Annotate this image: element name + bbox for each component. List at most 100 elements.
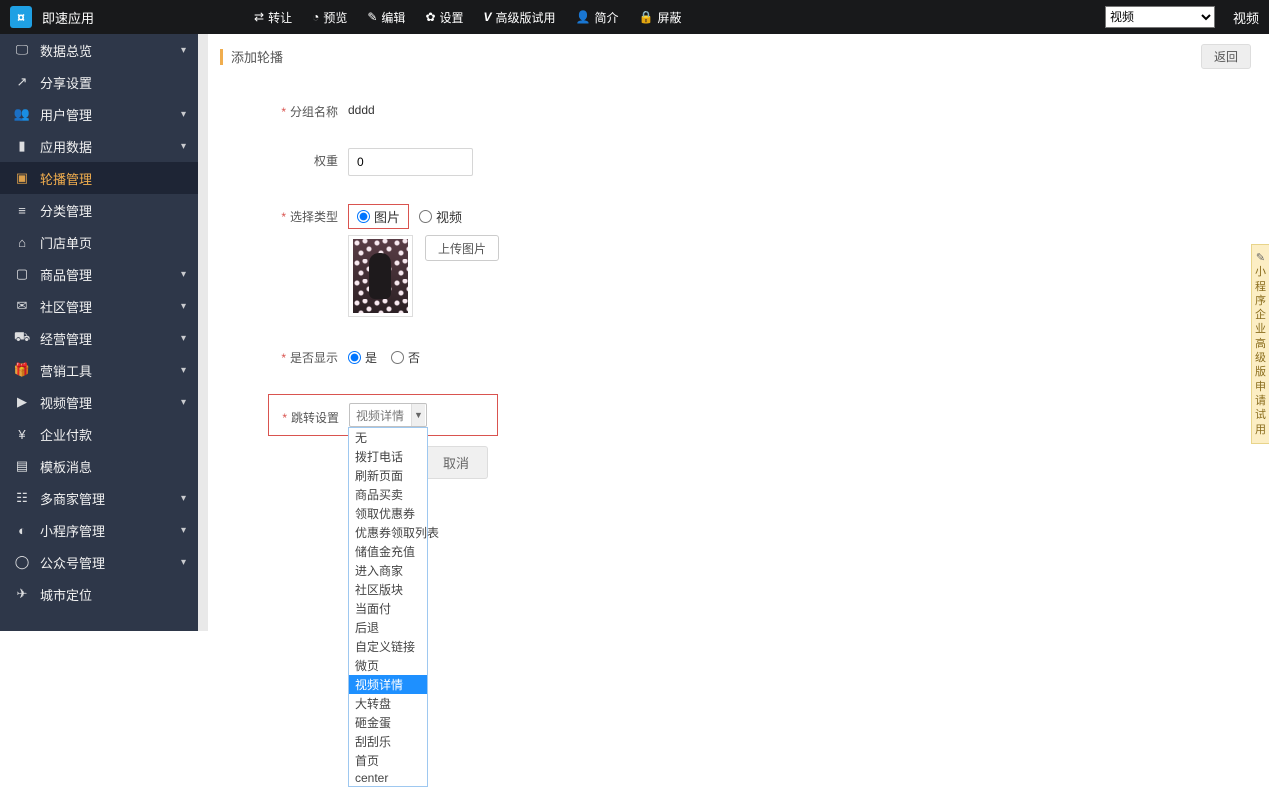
jump-option-16[interactable]: 刮刮乐 bbox=[349, 732, 427, 751]
sidebar-item-9[interactable]: ⛟经营管理▾ bbox=[0, 322, 198, 354]
cancel-button[interactable]: 取消 bbox=[424, 446, 488, 479]
sidebar-item-label: 经营管理 bbox=[40, 329, 92, 348]
radio-type-video-input[interactable] bbox=[419, 210, 432, 223]
people-icon: 👥 bbox=[14, 106, 30, 122]
sidebar-item-14[interactable]: ☷多商家管理▾ bbox=[0, 482, 198, 514]
video-icon: ▶ bbox=[14, 394, 30, 410]
label-jump: *跳转设置 bbox=[279, 405, 349, 426]
chevron-down-icon: ▾ bbox=[181, 109, 186, 120]
sidebar-item-16[interactable]: ◯公众号管理▾ bbox=[0, 546, 198, 578]
chevron-down-icon: ▾ bbox=[181, 45, 186, 56]
sidebar-item-0[interactable]: 🖵数据总览▾ bbox=[0, 34, 198, 66]
topbar-action-label: 高级版试用 bbox=[496, 9, 556, 26]
sidebar-item-7[interactable]: ▢商品管理▾ bbox=[0, 258, 198, 290]
topbar-action-preview[interactable]: ◔ 预览 bbox=[312, 9, 347, 26]
jump-select-wrap: 视频详情 ▼ 无拨打电话刷新页面商品买卖领取优惠券优惠券领取列表储值金充值进入商… bbox=[349, 403, 427, 427]
panel-header: 添加轮播 返回 bbox=[208, 34, 1269, 79]
jump-option-0[interactable]: 无 bbox=[349, 428, 427, 447]
jump-option-13[interactable]: 视频详情 bbox=[349, 675, 427, 694]
share-icon: ↗ bbox=[14, 74, 30, 90]
topbar-action-transfer[interactable]: ⇄ 转让 bbox=[254, 9, 292, 26]
label-display: *是否显示 bbox=[268, 345, 348, 366]
topbar-action-profile[interactable]: 👤 简介 bbox=[576, 9, 619, 26]
back-button[interactable]: 返回 bbox=[1201, 44, 1251, 69]
jump-option-11[interactable]: 自定义链接 bbox=[349, 637, 427, 656]
jump-option-17[interactable]: 首页 bbox=[349, 751, 427, 770]
required-mark: * bbox=[281, 105, 286, 119]
jump-option-1[interactable]: 拨打电话 bbox=[349, 447, 427, 466]
jump-option-4[interactable]: 领取优惠券 bbox=[349, 504, 427, 523]
clock-icon: ◔ bbox=[312, 10, 319, 24]
bold-v-icon: V bbox=[484, 10, 492, 24]
upload-image-button[interactable]: 上传图片 bbox=[425, 235, 499, 261]
sidebar: 🖵数据总览▾↗分享设置 👥 用户管理 ▾ ▮应用数据▾▣轮播管理 ≡ 分类管理 ⌂门店单页▢商… bbox=[0, 34, 198, 631]
radio-display-no-input[interactable] bbox=[391, 351, 404, 364]
radio-display-yes[interactable]: 是 bbox=[348, 349, 377, 366]
jump-select-value: 视频详情 bbox=[356, 407, 404, 424]
sidebar-item-label: 轮播管理 bbox=[40, 169, 92, 188]
radio-display-no[interactable]: 否 bbox=[391, 349, 420, 366]
topbar-action-edit[interactable]: ✎ 编辑 bbox=[367, 9, 405, 26]
jump-option-18[interactable]: center bbox=[349, 770, 427, 786]
left-accent-strip bbox=[198, 34, 208, 631]
sidebar-item-label: 多商家管理 bbox=[40, 489, 105, 508]
chevron-down-icon: ▾ bbox=[181, 301, 186, 312]
topbar-action-label: 转让 bbox=[268, 9, 292, 26]
jump-option-7[interactable]: 进入商家 bbox=[349, 561, 427, 580]
value-group-name: dddd bbox=[348, 99, 375, 117]
right-promo-text: 小程序企业高级版申请试用 bbox=[1254, 265, 1267, 437]
topbar-right: 视频 视频 bbox=[1105, 6, 1259, 28]
sidebar-item-10[interactable]: 🎁营销工具▾ bbox=[0, 354, 198, 386]
accent-bar-icon bbox=[220, 49, 223, 65]
sidebar-item-13[interactable]: ▤模板消息 bbox=[0, 450, 198, 482]
sidebar-item-12[interactable]: ¥企业付款 bbox=[0, 418, 198, 450]
radio-type-image[interactable]: 图片 bbox=[357, 207, 400, 226]
chevron-down-icon: ▾ bbox=[181, 269, 186, 280]
sidebar-item-6[interactable]: ⌂门店单页 bbox=[0, 226, 198, 258]
sidebar-item-8[interactable]: ✉社区管理▾ bbox=[0, 290, 198, 322]
highlight-type-image: 图片 bbox=[348, 204, 409, 229]
sidebar-item-15[interactable]: ◐小程序管理▾ bbox=[0, 514, 198, 546]
radio-display-yes-input[interactable] bbox=[348, 351, 361, 364]
sidebar-item-1[interactable]: ↗分享设置 bbox=[0, 66, 198, 98]
sidebar-item-4[interactable]: ▣轮播管理 bbox=[0, 162, 198, 194]
label-weight: 权重 bbox=[268, 148, 348, 169]
multi-store-icon: ☷ bbox=[14, 490, 30, 506]
sidebar-item-17[interactable]: ✈城市定位 bbox=[0, 578, 198, 610]
jump-option-9[interactable]: 当面付 bbox=[349, 599, 427, 618]
list-icon: ≡ bbox=[14, 203, 30, 218]
jump-option-5[interactable]: 优惠券领取列表 bbox=[349, 523, 427, 542]
sidebar-item-label: 分类管理 bbox=[40, 201, 92, 220]
weight-input[interactable] bbox=[348, 148, 473, 176]
radio-type-image-input[interactable] bbox=[357, 210, 370, 223]
topbar-action-block[interactable]: 🔒 屏蔽 bbox=[639, 9, 682, 26]
panel: 添加轮播 返回 *分组名称 dddd 权重 bbox=[208, 34, 1269, 499]
jump-option-6[interactable]: 储值金充值 bbox=[349, 542, 427, 561]
right-promo-tab[interactable]: ✎ 小程序企业高级版申请试用 bbox=[1251, 244, 1269, 444]
jump-option-3[interactable]: 商品买卖 bbox=[349, 485, 427, 504]
wallet-icon: ¥ bbox=[14, 427, 30, 442]
topbar-action-label: 预览 bbox=[323, 9, 347, 26]
sidebar-item-2[interactable]: 👥 用户管理 ▾ bbox=[0, 98, 198, 130]
top-select[interactable]: 视频 bbox=[1105, 6, 1215, 28]
jump-option-15[interactable]: 砸金蛋 bbox=[349, 713, 427, 732]
jump-option-8[interactable]: 社区版块 bbox=[349, 580, 427, 599]
jump-select[interactable]: 视频详情 ▼ bbox=[349, 403, 427, 427]
sidebar-item-label: 社区管理 bbox=[40, 297, 92, 316]
box-icon: ▢ bbox=[14, 266, 30, 282]
jump-option-10[interactable]: 后退 bbox=[349, 618, 427, 637]
sidebar-item-3[interactable]: ▮应用数据▾ bbox=[0, 130, 198, 162]
sidebar-item-5[interactable]: ≡ 分类管理 bbox=[0, 194, 198, 226]
thumbnail-preview[interactable] bbox=[348, 235, 413, 317]
topbar-action-settings[interactable]: ✿ 设置 bbox=[425, 9, 463, 26]
jump-option-2[interactable]: 刷新页面 bbox=[349, 466, 427, 485]
row-group-name: *分组名称 dddd bbox=[268, 99, 1209, 120]
sidebar-item-11[interactable]: ▶视频管理▾ bbox=[0, 386, 198, 418]
user-icon: 👤 bbox=[576, 10, 591, 24]
jump-option-12[interactable]: 微页 bbox=[349, 656, 427, 675]
radio-type-video[interactable]: 视频 bbox=[419, 207, 462, 226]
jump-option-14[interactable]: 大转盘 bbox=[349, 694, 427, 713]
sidebar-item-label: 用户管理 bbox=[40, 105, 92, 124]
row-jump: *跳转设置 视频详情 ▼ 无拨打电话刷新页面商品买卖领取优惠券优惠券领取列表储值… bbox=[268, 394, 1209, 436]
topbar-action-premium-trial[interactable]: V 高级版试用 bbox=[484, 9, 556, 26]
